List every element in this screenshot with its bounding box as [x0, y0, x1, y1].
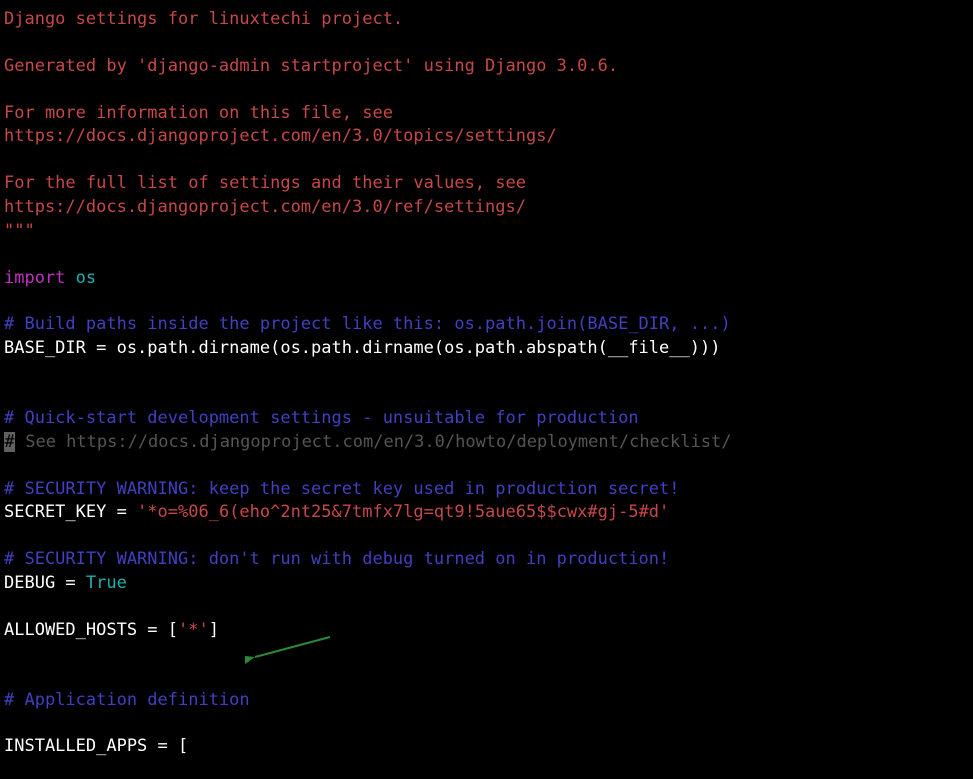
import-module: os	[65, 268, 96, 288]
blank-line	[4, 290, 969, 313]
debug-line: DEBUG = True	[4, 572, 969, 596]
bool-value: True	[86, 573, 127, 593]
string-value: '*o=%06_6(eho^2nt25&7tmfx7lg=qt9!5aue65$…	[137, 502, 669, 522]
blank-line	[4, 525, 969, 548]
base-dir-line: BASE_DIR = os.path.dirname(os.path.dirna…	[4, 337, 969, 361]
blank-line	[4, 384, 969, 407]
allowed-hosts-line: ALLOWED_HOSTS = ['*']	[4, 619, 969, 643]
secret-key-line: SECRET_KEY = '*o=%06_6(eho^2nt25&7tmfx7l…	[4, 501, 969, 525]
comment-cursor-line: # See https://docs.djangoproject.com/en/…	[4, 431, 969, 455]
docstring-line: Django settings for linuxtechi project.	[4, 8, 969, 32]
docstring-line	[4, 149, 969, 172]
string-value: '*'	[178, 620, 209, 640]
docstring-line: For more information on this file, see	[4, 102, 969, 126]
docstring-line: https://docs.djangoproject.com/en/3.0/re…	[4, 196, 969, 220]
blank-line	[4, 596, 969, 619]
variable-name: ALLOWED_HOSTS = [	[4, 620, 178, 640]
blank-line	[4, 643, 969, 666]
blank-line	[4, 361, 969, 384]
docstring-line: For the full list of settings and their …	[4, 172, 969, 196]
comment-line: # Build paths inside the project like th…	[4, 313, 969, 337]
bracket-close: ]	[209, 620, 219, 640]
docstring-line: """	[4, 220, 969, 244]
code-editor-content[interactable]: Django settings for linuxtechi project. G…	[4, 8, 969, 759]
docstring-line	[4, 32, 969, 55]
blank-line	[4, 712, 969, 735]
blank-line	[4, 455, 969, 478]
comment-line: # SECURITY WARNING: don't run with debug…	[4, 548, 969, 572]
variable-name: DEBUG =	[4, 573, 86, 593]
blank-line	[4, 244, 969, 267]
comment-line: # Application definition	[4, 689, 969, 713]
cursor-indicator: #	[4, 432, 15, 452]
comment-line: # SECURITY WARNING: keep the secret key …	[4, 478, 969, 502]
comment-text: See https://docs.djangoproject.com/en/3.…	[15, 432, 731, 452]
docstring-line	[4, 79, 969, 102]
import-line: import os	[4, 267, 969, 291]
docstring-line: Generated by 'django-admin startproject'…	[4, 55, 969, 79]
docstring-line: https://docs.djangoproject.com/en/3.0/to…	[4, 125, 969, 149]
installed-apps-line: INSTALLED_APPS = [	[4, 735, 969, 759]
blank-line	[4, 666, 969, 689]
keyword-import: import	[4, 268, 65, 288]
comment-line: # Quick-start development settings - uns…	[4, 407, 969, 431]
variable-name: SECRET_KEY =	[4, 502, 137, 522]
